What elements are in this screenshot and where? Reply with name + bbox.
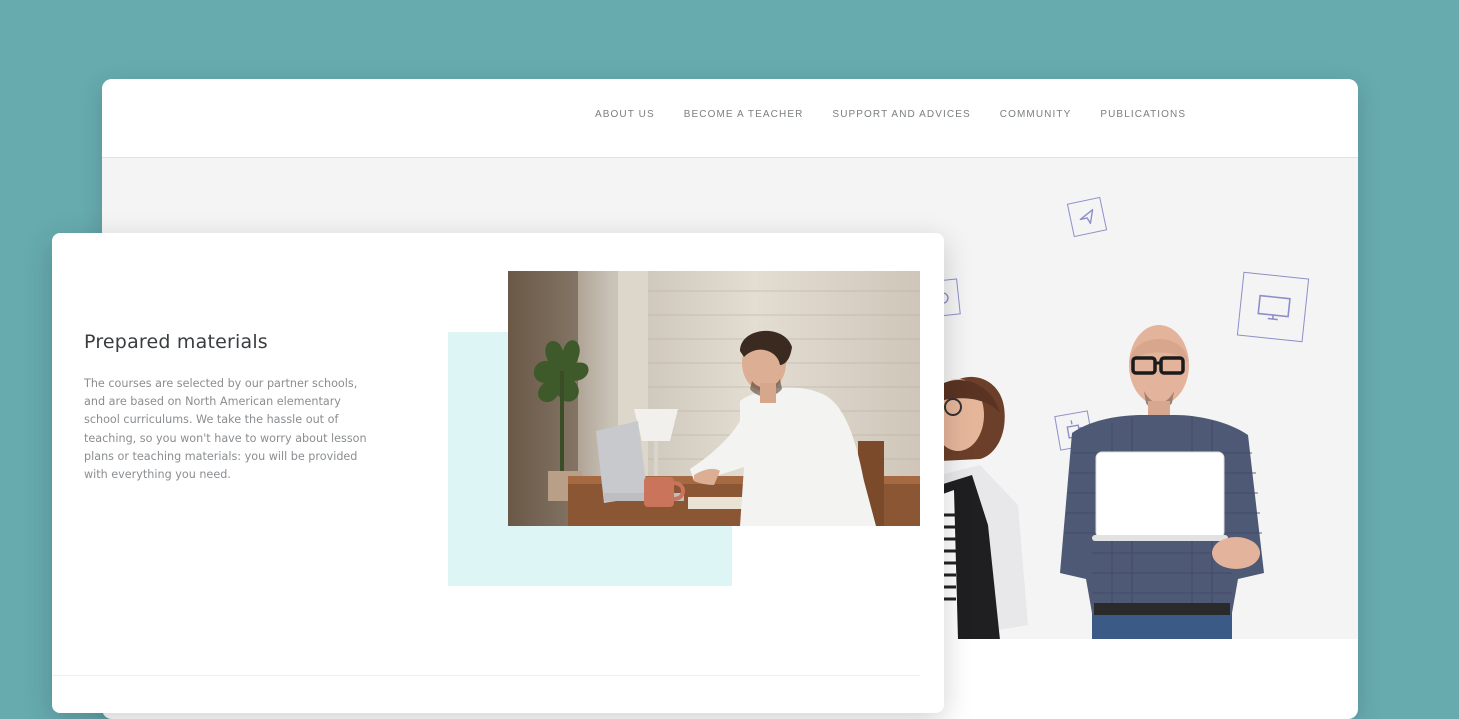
section-divider [52, 675, 920, 676]
card-description: The courses are selected by our partner … [84, 375, 379, 484]
main-menu: ABOUT US BECOME A TEACHER SUPPORT AND AD… [595, 109, 1215, 121]
man-with-laptop-illustration [1052, 323, 1267, 639]
card-title: Prepared materials [84, 331, 268, 353]
nav-item-publications[interactable]: PUBLICATIONS [1100, 109, 1186, 121]
nav-item-about-us[interactable]: ABOUT US [595, 109, 655, 121]
top-navigation-bar: ABOUT US BECOME A TEACHER SUPPORT AND AD… [102, 79, 1358, 158]
woman-illustration [940, 355, 1030, 639]
man-at-laptop-photo [508, 271, 920, 526]
nav-item-support-and-advices[interactable]: SUPPORT AND ADVICES [832, 109, 970, 121]
send-icon [1067, 197, 1107, 237]
nav-item-become-a-teacher[interactable]: BECOME A TEACHER [684, 109, 804, 121]
prepared-materials-card: Prepared materials The courses are selec… [52, 233, 944, 713]
nav-item-community[interactable]: COMMUNITY [1000, 109, 1072, 121]
